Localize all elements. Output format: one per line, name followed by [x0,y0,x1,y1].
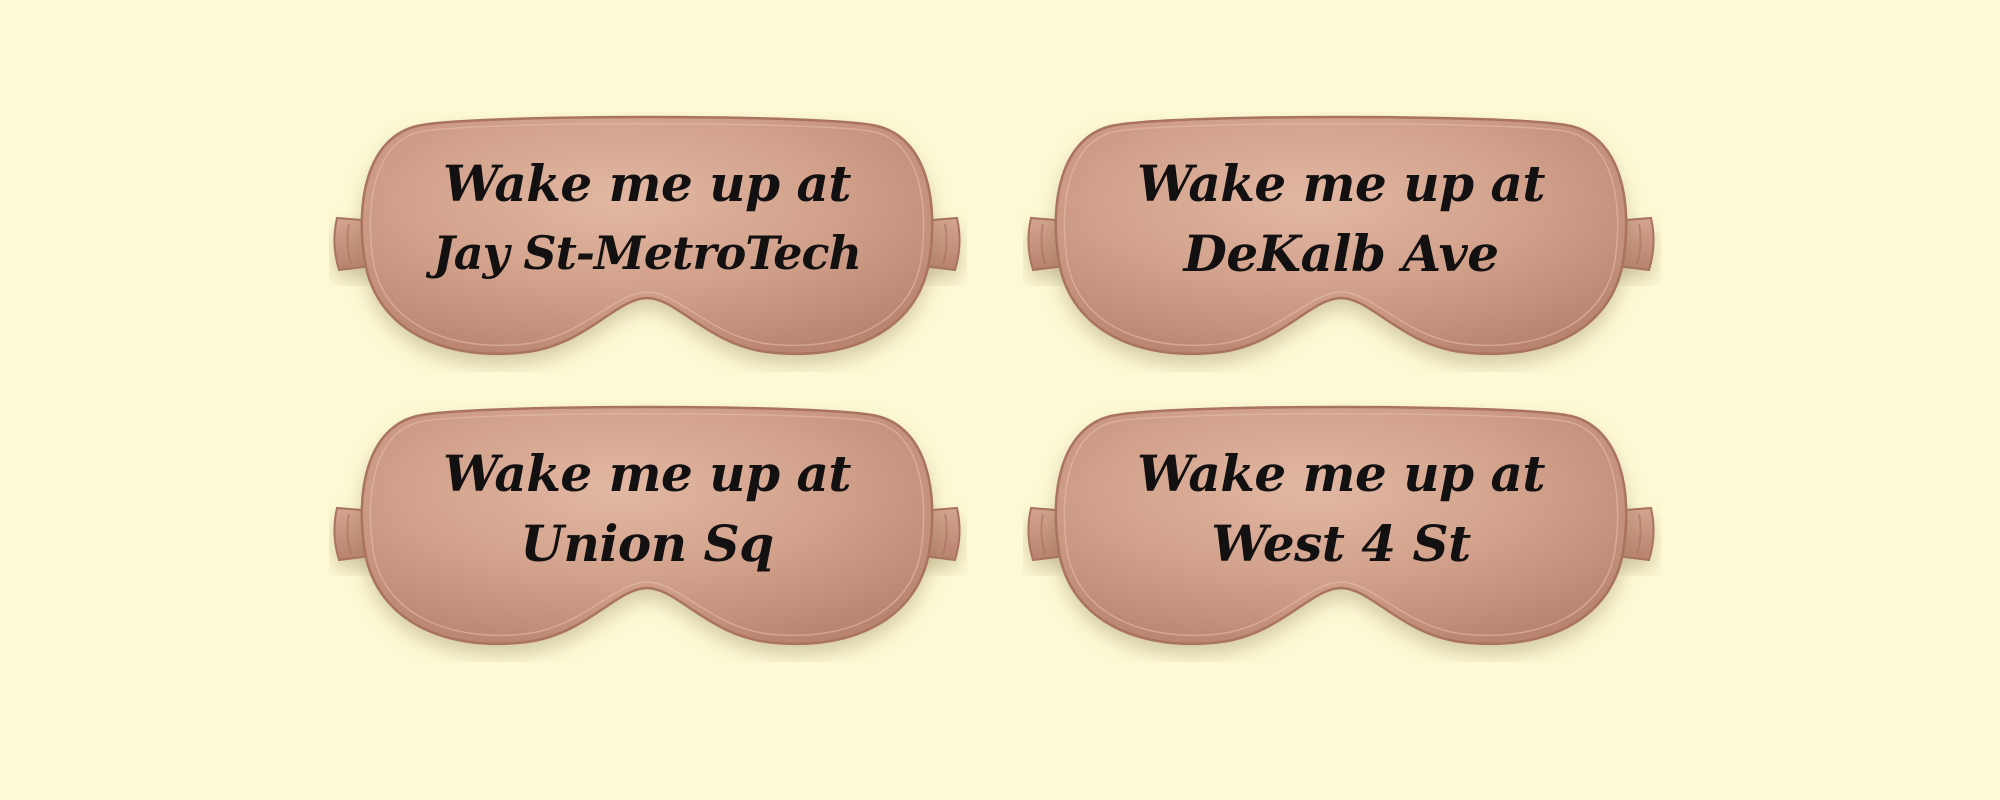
mask-text-line1: Wake me up at [443,154,851,213]
mask-text-line1: Wake me up at [1137,154,1545,213]
mask-text-line1: Wake me up at [1137,444,1545,503]
mask-text-line2: Jay St-MetroTech [433,226,862,280]
sleep-mask-3: Wake me up at Union Sq [327,402,967,662]
sleep-mask-2: Wake me up at DeKalb Ave [1021,112,1661,372]
mask-text-line2: DeKalb Ave [1183,224,1499,283]
mask-text-line2: Union Sq [520,514,774,573]
mask-text-line2: West 4 St [1211,514,1471,573]
mask-text-line1: Wake me up at [443,444,851,503]
artwork: Wake me up at Jay St-MetroTech Wake me u… [0,0,2000,800]
sleep-mask-1: Wake me up at Jay St-MetroTech [327,112,967,372]
sleep-mask-4: Wake me up at West 4 St [1021,402,1661,662]
